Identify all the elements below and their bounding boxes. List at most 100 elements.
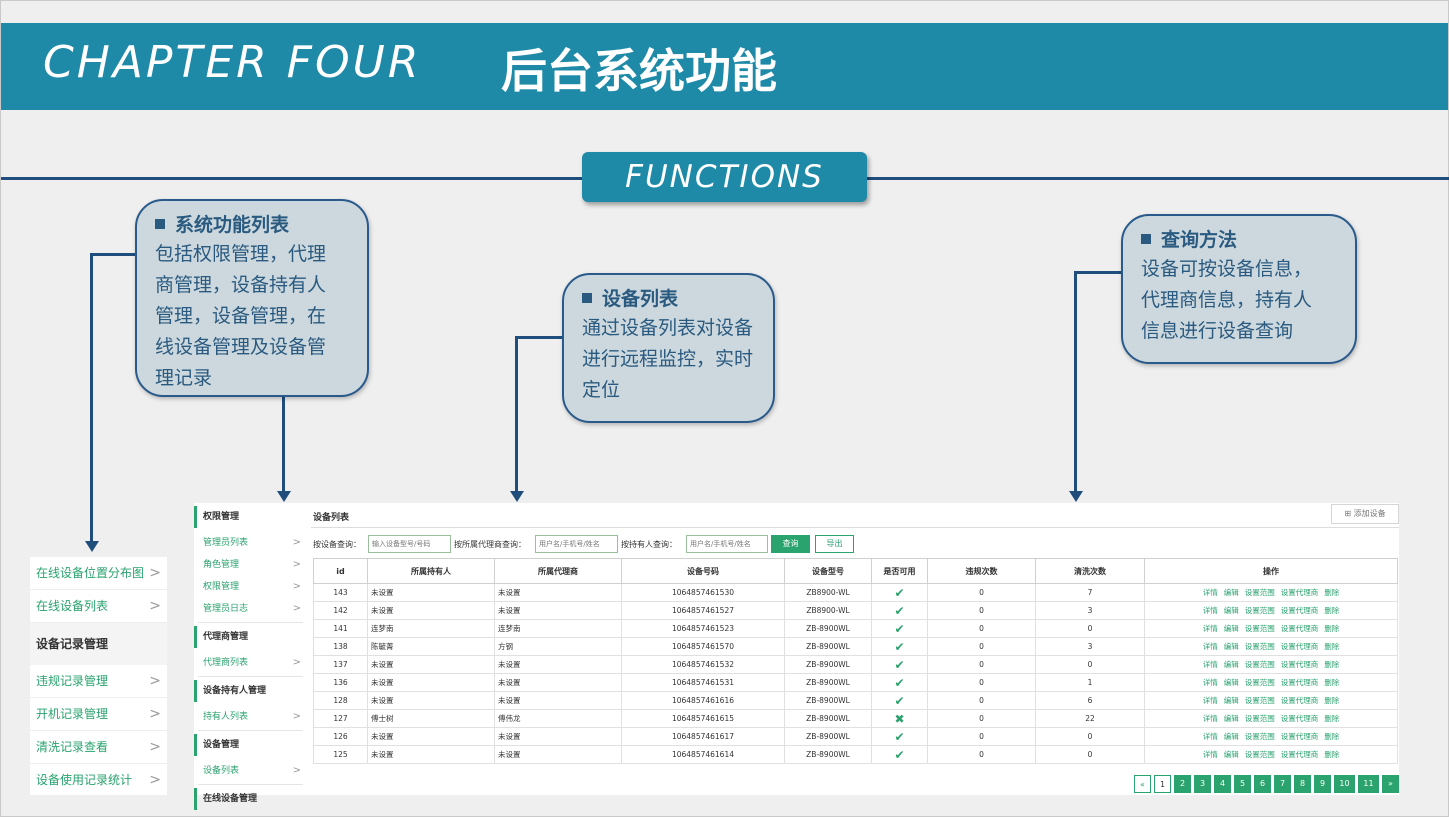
pager-page-button[interactable]: 11 bbox=[1358, 775, 1379, 793]
pager-page-button[interactable]: 4 bbox=[1214, 775, 1231, 793]
menu-item-online-map[interactable]: 在线设备位置分布图 > bbox=[30, 557, 167, 590]
op-detail-link[interactable]: 详情 bbox=[1203, 660, 1218, 669]
op-set-agent-link[interactable]: 设置代理商 bbox=[1281, 606, 1319, 615]
op-set-agent-link[interactable]: 设置代理商 bbox=[1281, 678, 1319, 687]
op-set-agent-link[interactable]: 设置代理商 bbox=[1281, 588, 1319, 597]
cell-owner: 未设置 bbox=[367, 655, 495, 674]
op-detail-link[interactable]: 详情 bbox=[1203, 606, 1218, 615]
op-delete-link[interactable]: 删除 bbox=[1324, 588, 1339, 597]
op-set-agent-link[interactable]: 设置代理商 bbox=[1281, 714, 1319, 723]
menu-item-wash-records[interactable]: 清洗记录查看 > bbox=[30, 731, 167, 764]
nav-item-device-list[interactable]: 设备列表 > bbox=[194, 760, 307, 782]
query-button[interactable]: 查询 bbox=[771, 535, 810, 553]
nav-item-admin-list[interactable]: 管理员列表 > bbox=[194, 532, 307, 554]
op-set-agent-link[interactable]: 设置代理商 bbox=[1281, 642, 1319, 651]
op-delete-link[interactable]: 删除 bbox=[1324, 624, 1339, 633]
op-set-range-link[interactable]: 设置范围 bbox=[1245, 696, 1275, 705]
op-delete-link[interactable]: 删除 bbox=[1324, 732, 1339, 741]
op-detail-link[interactable]: 详情 bbox=[1203, 642, 1218, 651]
slide: CHAPTER FOUR 后台系统功能 FUNCTIONS 系统功能列表 包括权… bbox=[0, 0, 1449, 817]
op-delete-link[interactable]: 删除 bbox=[1324, 642, 1339, 651]
nav-section-head: 设备持有人管理 bbox=[194, 680, 307, 702]
op-set-range-link[interactable]: 设置范围 bbox=[1245, 588, 1275, 597]
menu-item-online-list[interactable]: 在线设备列表 > bbox=[30, 590, 167, 623]
op-set-agent-link[interactable]: 设置代理商 bbox=[1281, 660, 1319, 669]
cell-owner: 未设置 bbox=[367, 673, 495, 692]
op-edit-link[interactable]: 编辑 bbox=[1224, 714, 1239, 723]
op-detail-link[interactable]: 详情 bbox=[1203, 588, 1218, 597]
op-delete-link[interactable]: 删除 bbox=[1324, 606, 1339, 615]
check-icon: ✔ bbox=[894, 675, 905, 690]
arrow-down-icon bbox=[510, 491, 524, 502]
menu-item-usage-stats[interactable]: 设备使用记录统计 > bbox=[30, 764, 167, 797]
pager-page-button[interactable]: 2 bbox=[1174, 775, 1191, 793]
op-edit-link[interactable]: 编辑 bbox=[1224, 588, 1239, 597]
op-set-range-link[interactable]: 设置范围 bbox=[1245, 750, 1275, 759]
add-device-button[interactable]: ⊞ 添加设备 bbox=[1331, 504, 1399, 524]
pager-page-button[interactable]: 1 bbox=[1154, 775, 1171, 793]
op-detail-link[interactable]: 详情 bbox=[1203, 732, 1218, 741]
menu-item-power-on[interactable]: 开机记录管理 > bbox=[30, 698, 167, 731]
export-button[interactable]: 导出 bbox=[815, 535, 854, 553]
op-set-agent-link[interactable]: 设置代理商 bbox=[1281, 696, 1319, 705]
cell-operations: 详情 编辑 设置范围 设置代理商 删除 bbox=[1144, 745, 1398, 764]
cell-model: ZB-8900WL bbox=[784, 709, 872, 728]
op-detail-link[interactable]: 详情 bbox=[1203, 696, 1218, 705]
nav-item-roles[interactable]: 角色管理 > bbox=[194, 554, 307, 576]
cell-device-no: 1064857461570 bbox=[621, 637, 785, 656]
holder-search-input[interactable]: 用户名/手机号/姓名 bbox=[686, 535, 768, 553]
op-edit-link[interactable]: 编辑 bbox=[1224, 750, 1239, 759]
op-set-range-link[interactable]: 设置范围 bbox=[1245, 624, 1275, 633]
op-set-range-link[interactable]: 设置范围 bbox=[1245, 732, 1275, 741]
pager-page-button[interactable]: 7 bbox=[1274, 775, 1291, 793]
pager-page-button[interactable]: 9 bbox=[1314, 775, 1331, 793]
op-edit-link[interactable]: 编辑 bbox=[1224, 606, 1239, 615]
op-edit-link[interactable]: 编辑 bbox=[1224, 732, 1239, 741]
op-delete-link[interactable]: 删除 bbox=[1324, 750, 1339, 759]
op-delete-link[interactable]: 删除 bbox=[1324, 660, 1339, 669]
check-icon: ✔ bbox=[894, 693, 905, 708]
nav-item-permissions[interactable]: 权限管理 > bbox=[194, 576, 307, 598]
cell-operations: 详情 编辑 设置范围 设置代理商 删除 bbox=[1144, 637, 1398, 656]
op-delete-link[interactable]: 删除 bbox=[1324, 678, 1339, 687]
cell-device-no: 1064857461530 bbox=[621, 583, 785, 602]
op-edit-link[interactable]: 编辑 bbox=[1224, 660, 1239, 669]
op-detail-link[interactable]: 详情 bbox=[1203, 750, 1218, 759]
chevron-right-icon: > bbox=[292, 559, 301, 570]
cell-washes: 0 bbox=[1035, 727, 1145, 746]
op-set-range-link[interactable]: 设置范围 bbox=[1245, 642, 1275, 651]
op-set-agent-link[interactable]: 设置代理商 bbox=[1281, 732, 1319, 741]
cell-violations: 0 bbox=[927, 583, 1036, 602]
nav-item-agent-list[interactable]: 代理商列表 > bbox=[194, 652, 307, 674]
op-set-agent-link[interactable]: 设置代理商 bbox=[1281, 750, 1319, 759]
op-set-range-link[interactable]: 设置范围 bbox=[1245, 660, 1275, 669]
op-set-range-link[interactable]: 设置范围 bbox=[1245, 714, 1275, 723]
pager-page-button[interactable]: 10 bbox=[1334, 775, 1355, 793]
device-search-input[interactable]: 输入设备型号/号码 bbox=[368, 535, 451, 553]
op-set-range-link[interactable]: 设置范围 bbox=[1245, 606, 1275, 615]
pager-next-button[interactable]: » bbox=[1382, 775, 1399, 793]
cell-violations: 0 bbox=[927, 727, 1036, 746]
op-detail-link[interactable]: 详情 bbox=[1203, 714, 1218, 723]
op-edit-link[interactable]: 编辑 bbox=[1224, 642, 1239, 651]
col-id: id bbox=[313, 558, 368, 584]
op-detail-link[interactable]: 详情 bbox=[1203, 624, 1218, 633]
agent-search-input[interactable]: 用户名/手机号/姓名 bbox=[535, 535, 618, 553]
op-detail-link[interactable]: 详情 bbox=[1203, 678, 1218, 687]
nav-item-holder-list[interactable]: 持有人列表 > bbox=[194, 706, 307, 728]
op-set-range-link[interactable]: 设置范围 bbox=[1245, 678, 1275, 687]
pager-prev-button[interactable]: « bbox=[1134, 775, 1151, 793]
page-title: 设备列表 bbox=[313, 513, 350, 523]
op-edit-link[interactable]: 编辑 bbox=[1224, 696, 1239, 705]
nav-item-admin-log[interactable]: 管理员日志 > bbox=[194, 598, 307, 620]
op-delete-link[interactable]: 删除 bbox=[1324, 696, 1339, 705]
menu-item-violation[interactable]: 违规记录管理 > bbox=[30, 665, 167, 698]
op-edit-link[interactable]: 编辑 bbox=[1224, 624, 1239, 633]
op-delete-link[interactable]: 删除 bbox=[1324, 714, 1339, 723]
op-edit-link[interactable]: 编辑 bbox=[1224, 678, 1239, 687]
pager-page-button[interactable]: 5 bbox=[1234, 775, 1251, 793]
pager-page-button[interactable]: 3 bbox=[1194, 775, 1211, 793]
pager-page-button[interactable]: 8 bbox=[1294, 775, 1311, 793]
pager-page-button[interactable]: 6 bbox=[1254, 775, 1271, 793]
op-set-agent-link[interactable]: 设置代理商 bbox=[1281, 624, 1319, 633]
